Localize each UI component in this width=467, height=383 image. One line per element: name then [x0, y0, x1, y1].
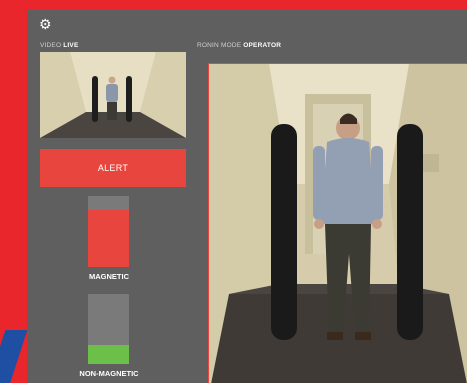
non-magnetic-label: NON-MAGNETIC	[79, 369, 139, 378]
video-thumbnail[interactable]	[40, 52, 186, 138]
camera-scene	[209, 64, 467, 383]
magnetic-meter	[88, 196, 129, 267]
main-camera-view[interactable]	[208, 63, 467, 383]
alert-button[interactable]: ALERT	[40, 149, 186, 187]
operator-screen: ⚙ VIDEO LIVE RONIN MODE OPERATOR ALERT M…	[27, 10, 467, 383]
app-frame: ⚙ VIDEO LIVE RONIN MODE OPERATOR ALERT M…	[0, 0, 467, 383]
ronin-mode-label: RONIN MODE OPERATOR	[197, 42, 281, 49]
magnetic-meter-fill	[88, 210, 129, 267]
non-magnetic-meter-fill	[88, 345, 129, 364]
ronin-mode-title: RONIN MODE	[197, 42, 242, 49]
video-status-label: VIDEO LIVE	[40, 42, 79, 49]
video-label: VIDEO	[40, 42, 62, 49]
ronin-mode-value: OPERATOR	[243, 42, 282, 49]
non-magnetic-meter	[88, 294, 129, 364]
corner-accent	[0, 330, 28, 383]
video-status: LIVE	[63, 42, 79, 49]
thumbnail-scene	[40, 52, 186, 138]
gear-icon[interactable]: ⚙	[39, 17, 52, 31]
magnetic-label: MAGNETIC	[89, 272, 129, 281]
